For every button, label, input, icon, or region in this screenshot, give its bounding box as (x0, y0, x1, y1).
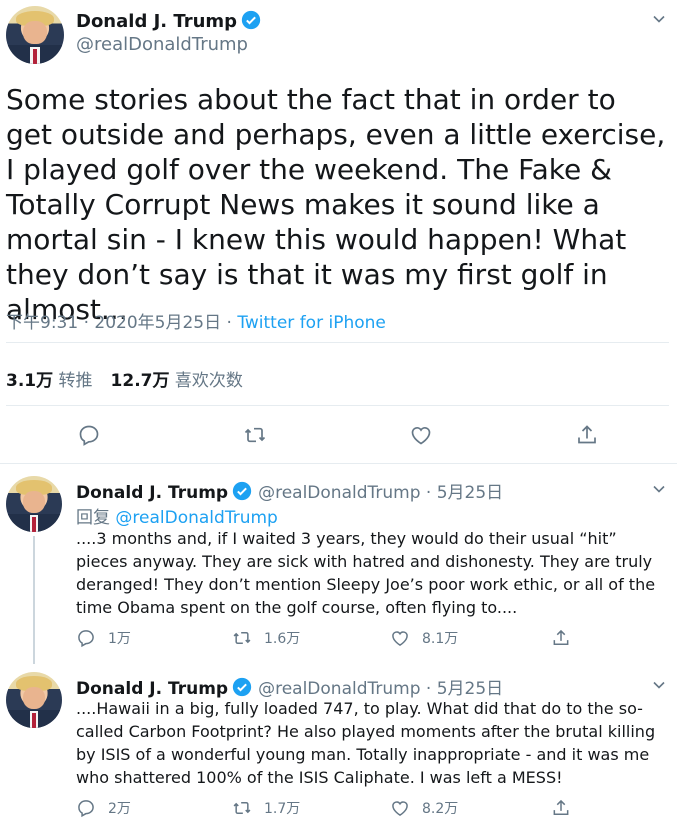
divider (6, 405, 669, 406)
retweet-stat[interactable]: 3.1万 转推 (6, 371, 93, 391)
replying-to: 回复 @realDonaldTrump (76, 503, 278, 528)
reply-handle[interactable]: @realDonaldTrump · 5月25日 (258, 679, 503, 699)
retweet-icon[interactable] (243, 423, 267, 447)
reply-icon[interactable] (77, 423, 101, 447)
replying-to-label: 回复 (76, 508, 116, 528)
author-name[interactable]: Donald J. Trump (76, 10, 261, 32)
reply-button[interactable]: 1万 (76, 628, 131, 648)
retweet-button[interactable]: 1.6万 (232, 628, 300, 648)
replying-to-link[interactable]: @realDonaldTrump (115, 508, 277, 528)
tweet-text: Some stories about the fact that in orde… (6, 83, 666, 326)
thread-connector (33, 536, 35, 664)
reply-text: ....Hawaii in a big, fully loaded 747, t… (76, 699, 656, 787)
verified-badge-icon (241, 10, 261, 30)
share-button[interactable] (551, 798, 583, 818)
reply-handle[interactable]: @realDonaldTrump · 5月25日 (258, 483, 503, 503)
retweet-count: 3.1万 (6, 371, 54, 391)
retweet-count: 1.7万 (264, 801, 301, 817)
retweet-count: 1.6万 (264, 631, 301, 647)
avatar[interactable] (6, 672, 62, 728)
like-stat[interactable]: 12.7万 喜欢次数 (111, 371, 243, 391)
like-count: 8.2万 (422, 801, 459, 817)
share-icon (553, 799, 569, 815)
reply-count: 1万 (108, 631, 131, 647)
like-icon (392, 801, 408, 816)
author-handle[interactable]: @realDonaldTrump (76, 34, 248, 55)
avatar[interactable] (6, 6, 64, 64)
chevron-down-icon[interactable] (652, 482, 666, 496)
chevron-down-icon[interactable] (652, 678, 666, 692)
tweet-meta: 下午9:31 · 2020年5月25日 · Twitter for iPhone (6, 308, 386, 333)
author-name-text: Donald J. Trump (76, 11, 238, 32)
reply-author[interactable]: Donald J. Trump @realDonaldTrump · 5月25日 (76, 674, 503, 699)
retweet-button[interactable]: 1.7万 (232, 798, 300, 818)
reply-author-name: Donald J. Trump (76, 483, 229, 503)
reply-icon (78, 800, 94, 818)
verified-badge-icon (232, 481, 252, 501)
reply-author[interactable]: Donald J. Trump @realDonaldTrump · 5月25日 (76, 478, 503, 503)
reply-button[interactable]: 2万 (76, 798, 131, 818)
share-button[interactable] (551, 628, 583, 648)
like-count: 12.7万 (110, 371, 170, 391)
retweet-label: 转推 (58, 371, 93, 391)
reply-icon (78, 630, 94, 648)
reply-text: ....3 months and, if I waited 3 years, t… (76, 529, 656, 617)
divider (0, 463, 677, 464)
share-icon[interactable] (575, 423, 599, 447)
reply-count: 2万 (108, 801, 131, 817)
like-button[interactable]: 8.1万 (390, 628, 458, 648)
tweet-timestamp[interactable]: 下午9:31 · 2020年5月25日 · (6, 313, 237, 333)
tweet-source-link[interactable]: Twitter for iPhone (237, 313, 386, 333)
like-count: 8.1万 (422, 631, 459, 647)
tweet-stats: 3.1万 转推 12.7万 喜欢次数 (6, 366, 243, 391)
divider (6, 342, 669, 343)
retweet-icon (233, 632, 251, 644)
like-button[interactable]: 8.2万 (390, 798, 458, 818)
verified-badge-icon (232, 677, 252, 697)
reply-author-name: Donald J. Trump (76, 679, 229, 699)
share-icon (553, 629, 569, 645)
retweet-icon (233, 802, 251, 814)
like-label: 喜欢次数 (174, 371, 243, 391)
chevron-down-icon[interactable] (652, 12, 666, 26)
like-icon[interactable] (409, 423, 433, 447)
like-icon (392, 631, 408, 646)
avatar[interactable] (6, 476, 62, 532)
